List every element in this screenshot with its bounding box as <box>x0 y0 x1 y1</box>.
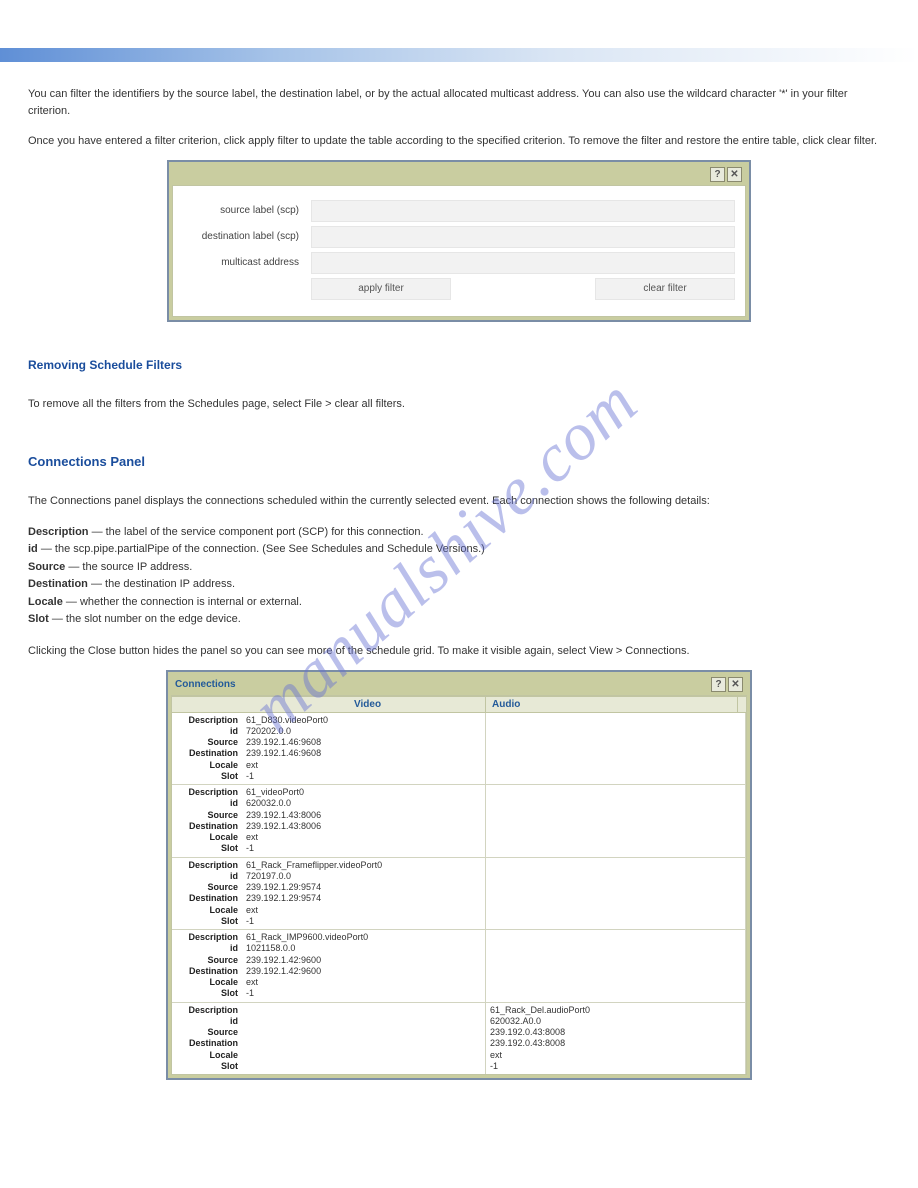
row-labels: DescriptionidSourceDestinationLocaleSlot <box>172 713 242 785</box>
heading-remove-filters: Removing Schedule Filters <box>28 358 890 372</box>
connections-title: Connections <box>175 679 236 690</box>
source-label: source label (scp) <box>183 205 303 216</box>
row-labels: DescriptionidSourceDestinationLocaleSlot <box>172 858 242 930</box>
audio-values: 61_Rack_Del.audioPort0620032.A0.0239.192… <box>486 1003 746 1075</box>
source-input[interactable] <box>311 200 735 222</box>
close-icon[interactable]: ✕ <box>728 677 743 692</box>
apply-filter-button[interactable]: apply filter <box>311 278 451 300</box>
video-values: 61_Rack_IMP9600.videoPort01021158.0.0239… <box>242 930 486 1002</box>
intro-paragraph-1: You can filter the identifiers by the so… <box>28 86 890 119</box>
filter-panel: ? ✕ source label (scp) destination label… <box>167 160 751 322</box>
audio-values <box>486 713 746 785</box>
audio-values <box>486 858 746 930</box>
connections-titlebar: Connections ? ✕ <box>171 675 747 695</box>
video-values: 61_D830.videoPort0720202.0.0239.192.1.46… <box>242 713 486 785</box>
table-row: DescriptionidSourceDestinationLocaleSlot… <box>172 1002 746 1075</box>
help-icon[interactable]: ? <box>710 167 725 182</box>
table-row: DescriptionidSourceDestinationLocaleSlot… <box>172 713 746 785</box>
filter-body: source label (scp) destination label (sc… <box>172 185 746 317</box>
connections-body: DescriptionidSourceDestinationLocaleSlot… <box>172 713 746 1075</box>
row-labels: DescriptionidSourceDestinationLocaleSlot <box>172 1003 242 1075</box>
heading-connections: Connections Panel <box>28 454 890 469</box>
table-row: DescriptionidSourceDestinationLocaleSlot… <box>172 784 746 857</box>
detail-list: Description — the label of the service c… <box>28 524 890 630</box>
dest-label: destination label (scp) <box>183 231 303 242</box>
remove-filters-text: To remove all the filters from the Sched… <box>28 396 890 413</box>
clear-filter-button[interactable]: clear filter <box>595 278 735 300</box>
audio-values <box>486 785 746 857</box>
video-values: 61_Rack_Frameflipper.videoPort0720197.0.… <box>242 858 486 930</box>
table-row: DescriptionidSourceDestinationLocaleSlot… <box>172 929 746 1002</box>
multicast-label: multicast address <box>183 257 303 268</box>
connections-panel: Connections ? ✕ Video Audio Descriptioni… <box>166 670 752 1081</box>
multicast-input[interactable] <box>311 252 735 274</box>
col-audio: Audio <box>486 697 738 712</box>
connections-header-row: Video Audio <box>172 696 746 713</box>
audio-values <box>486 930 746 1002</box>
connections-close-text: Clicking the Close button hides the pane… <box>28 643 890 660</box>
help-icon[interactable]: ? <box>711 677 726 692</box>
filter-titlebar: ? ✕ <box>172 165 746 185</box>
video-values <box>242 1003 486 1075</box>
connections-intro: The Connections panel displays the conne… <box>28 493 890 510</box>
table-row: DescriptionidSourceDestinationLocaleSlot… <box>172 857 746 930</box>
intro-paragraph-2: Once you have entered a filter criterion… <box>28 133 890 150</box>
row-labels: DescriptionidSourceDestinationLocaleSlot <box>172 930 242 1002</box>
dest-input[interactable] <box>311 226 735 248</box>
row-labels: DescriptionidSourceDestinationLocaleSlot <box>172 785 242 857</box>
video-values: 61_videoPort0620032.0.0239.192.1.43:8006… <box>242 785 486 857</box>
close-icon[interactable]: ✕ <box>727 167 742 182</box>
col-video: Video <box>354 697 486 712</box>
header-gradient <box>0 48 918 62</box>
